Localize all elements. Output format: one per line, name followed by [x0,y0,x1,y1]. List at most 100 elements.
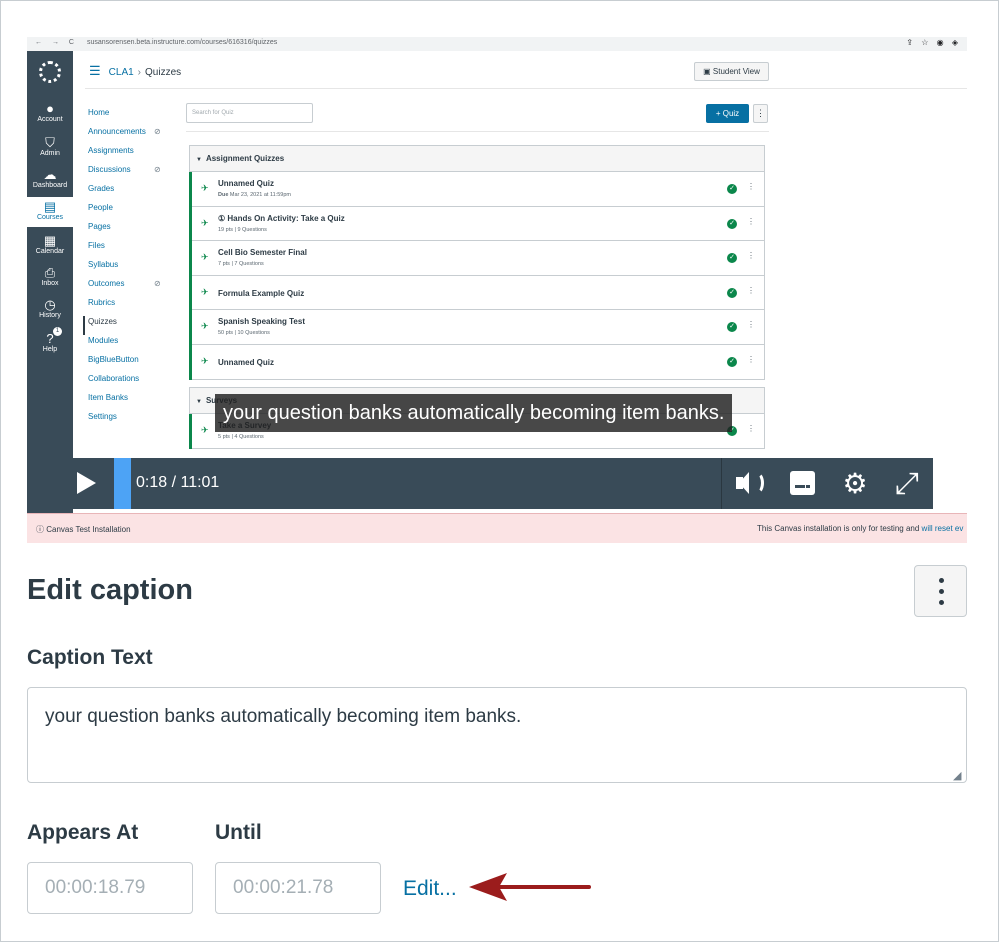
course-nav-item-grades[interactable]: Grades [88,183,168,202]
published-check-icon[interactable]: ✓ [727,322,737,333]
quiz-title[interactable]: Unnamed Quiz [218,358,274,367]
quiz-row[interactable]: ✈ Formula Example Quiz ✓ ⋮ [192,276,764,311]
caption-text-input[interactable] [27,687,967,783]
student-view-icon: ▣ [703,67,713,76]
volume-button[interactable] [723,458,775,509]
course-nav-item-announcements[interactable]: Announcements ⊘ [88,126,168,145]
play-icon [77,472,96,494]
quiz-row[interactable]: ✈ Unnamed Quiz Due Mar 23, 2021 at 11:59pm… [192,172,764,207]
quiz-kebab-icon[interactable]: ⋮ [747,251,755,260]
course-nav-item-outcomes[interactable]: Outcomes ⊘ [88,278,168,297]
course-nav-item-home[interactable]: Home [88,107,168,126]
global-nav-account[interactable]: ● Account [27,99,73,129]
published-check-icon[interactable]: ✓ [727,184,737,194]
global-nav-label: History [39,312,61,319]
assignment-group-header[interactable]: ▼ Assignment Quizzes [189,145,765,172]
appears-at-input[interactable] [27,862,193,914]
published-check-icon[interactable]: ✓ [727,356,737,367]
global-nav-calendar[interactable]: ▦ Calendar [27,231,73,261]
quiz-row[interactable]: ✈ Cell Bio Semester Final 7 pts | 7 Questi… [192,241,764,276]
add-quiz-button[interactable]: + Quiz [706,104,749,123]
header-divider [85,88,967,89]
global-nav-inbox[interactable]: ⎙ Inbox [27,263,73,293]
settings-gear-icon[interactable]: ⚙ [829,458,881,509]
global-nav-dashboard[interactable]: ☁ Dashboard [27,165,73,195]
quiz-options-kebab-icon[interactable]: ⋮ [753,104,768,123]
quiz-search-input[interactable]: Search for Quiz [186,103,313,123]
time-readout: 0:18 / 11:01 [136,474,220,491]
breadcrumb-course[interactable]: CLA1 [109,67,134,78]
resize-grip-icon[interactable]: ◢ [953,769,961,782]
quiz-row[interactable]: ✈ ① Hands On Activity: Take a Quiz 19 pts … [192,207,764,242]
student-view-button[interactable]: ▣ Student View [694,62,769,81]
quiz-kebab-icon[interactable]: ⋮ [747,424,755,433]
fullscreen-icon[interactable]: ⤢ [881,458,933,509]
quiz-kebab-icon[interactable]: ⋮ [747,355,755,364]
quiz-title[interactable]: Cell Bio Semester Final [218,248,307,257]
course-nav-item-item-banks[interactable]: Item Banks [88,392,168,411]
global-navigation: ● Account ⛉ Admin ☁ Dashboard ▤ Courses ▦ Calenda… [27,51,73,513]
course-nav-item-syllabus[interactable]: Syllabus [88,259,168,278]
course-nav-item-discussions[interactable]: Discussions ⊘ [88,164,168,183]
collapse-triangle-icon: ▼ [196,399,202,405]
course-nav-item-settings[interactable]: Settings [88,411,168,430]
canvas-logo-icon[interactable] [39,61,61,83]
browser-extension-icons[interactable]: ⇪ ☆ ◉ ◈ [906,38,961,47]
courses-icon: ▤ [43,199,57,214]
captions-line [795,485,805,488]
test-installation-banner: ⓘ Canvas Test Installation This Canvas i… [27,513,967,543]
quiz-due-label: Due [218,192,230,198]
quiz-row[interactable]: ✈ Spanish Speaking Test 50 pts | 10 Questi… [192,310,764,345]
quiz-meta: 5 pts | 4 Questions [218,434,264,440]
global-nav-courses[interactable]: ▤ Courses [27,197,73,227]
published-check-icon[interactable]: ✓ [727,287,737,298]
quiz-title[interactable]: Formula Example Quiz [218,289,304,298]
global-nav-label: Help [42,346,58,353]
course-nav-item-quizzes[interactable]: Quizzes [83,316,168,335]
volume-cone [739,472,749,494]
quiz-rocket-icon: ✈ [201,252,209,263]
course-nav-item-people[interactable]: People [88,202,168,221]
global-nav-help[interactable]: ? Help 1 [27,327,73,359]
quiz-row[interactable]: ✈ Unnamed Quiz ✓ ⋮ [192,345,764,380]
global-nav-admin[interactable]: ⛉ Admin [27,133,73,163]
hamburger-menu-icon[interactable]: ☰ [89,63,101,78]
banner-reset-link[interactable]: will reset ev [922,524,964,533]
course-nav-item-pages[interactable]: Pages [88,221,168,240]
quiz-title[interactable]: Spanish Speaking Test [218,317,305,326]
course-nav-item-bigbluebutton[interactable]: BigBlueButton [88,354,168,373]
course-nav-item-files[interactable]: Files [88,240,168,259]
until-input[interactable] [215,862,381,914]
edit-times-link[interactable]: Edit... [403,877,457,901]
global-nav-history[interactable]: ◷ History [27,295,73,325]
course-nav-item-modules[interactable]: Modules [88,335,168,354]
video-player[interactable]: ← → C susansorensen.beta.instructure.com… [27,37,967,543]
browser-nav-icons[interactable]: ← → C [35,39,78,46]
captions-icon [790,471,815,495]
info-icon: ⓘ [36,525,47,534]
global-nav-label: Account [37,116,63,123]
progress-scrubber[interactable] [114,458,131,509]
quiz-kebab-icon[interactable]: ⋮ [747,320,755,329]
quiz-kebab-icon[interactable]: ⋮ [747,286,755,295]
kebab-menu-icon [939,578,944,605]
captions-button[interactable] [776,458,828,509]
caption-options-button[interactable] [914,565,967,617]
captions-line [806,485,810,488]
play-button[interactable] [73,458,113,509]
quiz-meta: Due Mar 23, 2021 at 11:59pm [218,192,291,198]
quiz-title[interactable]: ① Hands On Activity: Take a Quiz [218,214,345,223]
quiz-kebab-icon[interactable]: ⋮ [747,217,755,226]
browser-url[interactable]: susansorensen.beta.instructure.com/cours… [87,39,877,49]
course-nav-item-collaborations[interactable]: Collaborations [88,373,168,392]
quiz-kebab-icon[interactable]: ⋮ [747,182,755,191]
search-divider [186,131,769,132]
course-nav-item-assignments[interactable]: Assignments [88,145,168,164]
published-check-icon[interactable]: ✓ [727,218,737,229]
course-nav-item-rubrics[interactable]: Rubrics [88,297,168,316]
browser-toolbar: ← → C susansorensen.beta.instructure.com… [27,37,967,51]
breadcrumb-current: Quizzes [145,67,182,78]
quiz-title[interactable]: Unnamed Quiz [218,179,274,188]
published-check-icon[interactable]: ✓ [727,253,737,264]
history-icon: ◷ [44,297,56,312]
